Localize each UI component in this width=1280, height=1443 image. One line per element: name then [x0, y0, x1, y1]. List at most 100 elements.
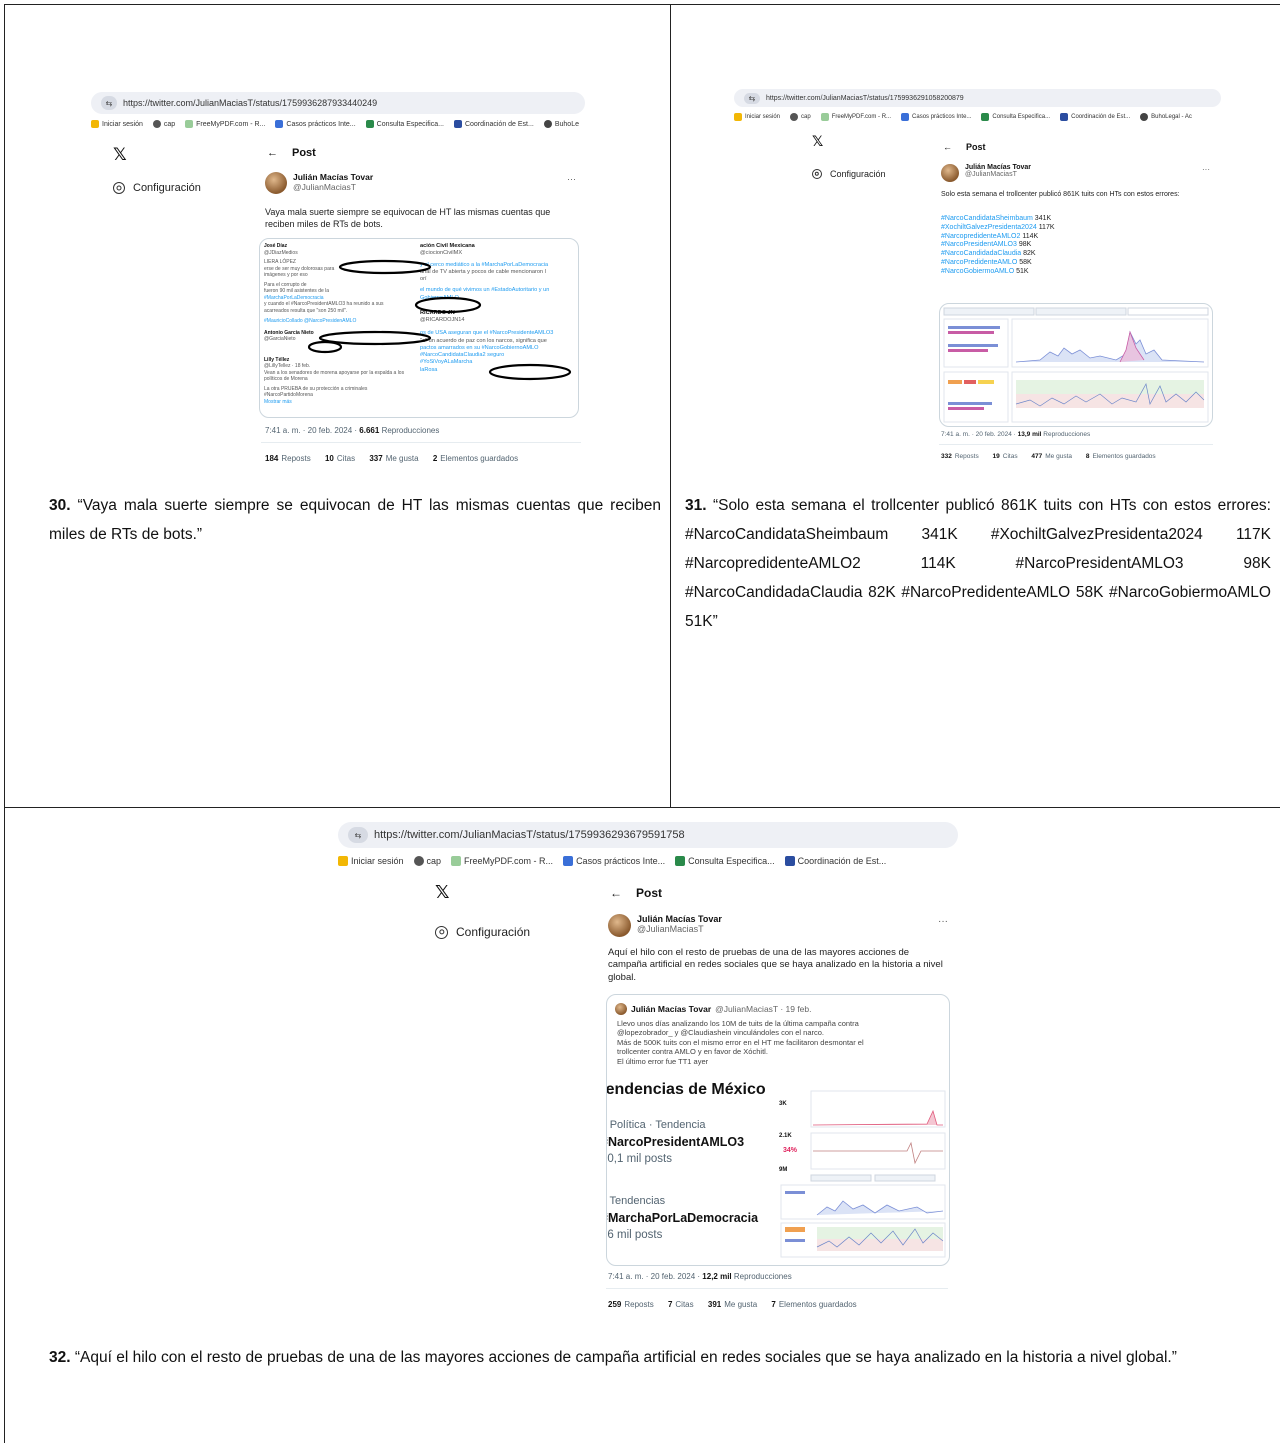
bookmark[interactable]: BuhoLe	[543, 120, 579, 128]
reposts-stat[interactable]: 259 Reposts	[608, 1300, 654, 1309]
hashtag-row[interactable]: #NarcoCandidadaClaudia 82K	[941, 250, 1055, 259]
bookmark[interactable]: Iniciar sesión	[91, 120, 143, 128]
reposts-stat[interactable]: 184 Reposts	[265, 454, 311, 463]
x-logo-icon[interactable]: 𝕏	[435, 882, 450, 903]
likes-stat[interactable]: 477 Me gusta	[1031, 453, 1072, 460]
bookmark[interactable]: Casos prácticos Inte...	[275, 120, 356, 128]
caption-number: 31.	[685, 497, 707, 514]
bookmarks-stat[interactable]: 8 Elementos guardados	[1086, 453, 1156, 460]
url-bar[interactable]: ⇆ https://twitter.com/JulianMaciasT/stat…	[91, 92, 585, 114]
hashtag-list: #NarcoCandidataSheimbaum 341K #XochiltGa…	[941, 215, 1055, 276]
hashtag-row[interactable]: #NarcoPredidenteAMLO 58K	[941, 259, 1055, 268]
views-label: Reproducciones	[381, 426, 440, 435]
nav-configuracion-label: Configuración	[133, 182, 201, 194]
url-bar[interactable]: ⇆ https://twitter.com/JulianMaciasT/stat…	[338, 822, 958, 848]
x-logo-icon[interactable]: 𝕏	[812, 134, 823, 150]
caption-31: 31. “Solo esta semana el trollcenter pub…	[685, 491, 1271, 636]
chart-filter	[874, 1174, 936, 1182]
nav-configuracion[interactable]: Configuración	[435, 925, 530, 939]
avatar[interactable]	[265, 172, 287, 194]
quoted-line: Llevo unos días analizando los 10M de tu…	[617, 1019, 859, 1028]
bookmark[interactable]: Casos prácticos Inte...	[901, 113, 971, 121]
bookmark[interactable]: cap	[413, 856, 441, 866]
bookmark[interactable]: BuhoLegal - Ac	[1140, 113, 1192, 121]
reposts-stat[interactable]: 332 Reposts	[941, 453, 979, 460]
nav-configuracion[interactable]: Configuración	[113, 182, 201, 194]
quotes-stat[interactable]: 7 Citas	[668, 1300, 694, 1309]
avatar[interactable]	[941, 164, 959, 182]
bookmark[interactable]: FreeMyPDF.com - R...	[185, 120, 265, 128]
nav-configuracion-label: Configuración	[456, 925, 531, 939]
hashtag-row[interactable]: #NarcoGobiermoAMLO 51K	[941, 268, 1055, 277]
back-arrow-icon[interactable]: ←	[267, 147, 278, 159]
dash-bar	[948, 407, 984, 410]
bookmark[interactable]: Consulta Especifica...	[365, 120, 444, 128]
quoted-tweet[interactable]: Julián Macías Tovar @JulianMaciasT · 19 …	[606, 994, 950, 1266]
bookmark[interactable]: Casos prácticos Inte...	[563, 856, 665, 866]
dash-bar	[948, 402, 992, 405]
post-header: ← Post	[943, 142, 986, 152]
cell-31-image: ⇆ https://twitter.com/JulianMaciasT/stat…	[670, 4, 1280, 466]
avatar	[615, 1003, 627, 1015]
bookmark[interactable]: Coordinación de Est...	[453, 120, 534, 128]
dash-filter	[1035, 307, 1127, 316]
x-logo-icon[interactable]: 𝕏	[113, 145, 127, 165]
hashtag-row[interactable]: #XochiltGalvezPresidenta2024 117K	[941, 224, 1055, 233]
site-settings-icon[interactable]: ⇆	[101, 96, 117, 110]
divider	[261, 442, 581, 443]
bookmark[interactable]: FreeMyPDF.com - R...	[451, 856, 553, 866]
bookmark[interactable]: Consulta Especifica...	[981, 113, 1050, 121]
quoted-images[interactable]: José Díaz @JDiazMedios LIERA LÓPEZ erse …	[259, 238, 579, 418]
bookmark[interactable]: cap	[790, 113, 811, 121]
tweet-text: Vaya mala suerte siempre se equivocan de…	[265, 207, 551, 230]
dash-bar	[948, 331, 994, 334]
post-title: Post	[636, 886, 663, 900]
bookmarks-stat[interactable]: 7 Elementos guardados	[771, 1300, 856, 1309]
cell-32: ⇆ https://twitter.com/JulianMaciasT/stat…	[4, 807, 1280, 1443]
bookmark[interactable]: Consulta Especifica...	[675, 856, 775, 866]
tweet-author[interactable]: Julián Macías Tovar @JulianMaciasT	[608, 914, 722, 937]
circle-mark	[307, 340, 343, 354]
url-text: https://twitter.com/JulianMaciasT/status…	[766, 94, 964, 102]
tweet-stats: 332 Reposts 19 Citas 477 Me gusta 8 Elemento…	[941, 453, 1168, 460]
likes-stat[interactable]: 337 Me gusta	[369, 454, 418, 463]
cell-30-caption: 30. “Vaya mala suerte siempre se equivoc…	[4, 465, 671, 808]
caption-30: 30. “Vaya mala suerte siempre se equivoc…	[49, 491, 661, 549]
chart-band	[817, 1227, 943, 1239]
author-handle: @JulianMaciasT	[293, 182, 356, 192]
charts-graphic	[780, 1090, 946, 1258]
more-options-icon[interactable]: ···	[938, 916, 948, 927]
url-text: https://twitter.com/JulianMaciasT/status…	[374, 829, 685, 841]
nav-configuracion-label: Configuración	[830, 169, 886, 179]
tweet-time: 7:41 a. m. · 20 feb. 2024 ·	[265, 426, 358, 435]
avatar[interactable]	[608, 914, 631, 937]
dashboard-image[interactable]	[939, 303, 1213, 427]
hashtag-row[interactable]: #NarcoCandidataSheimbaum 341K	[941, 215, 1055, 224]
quotes-stat[interactable]: 19 Citas	[993, 453, 1018, 460]
quoted-author-meta: @JulianMaciasT · 19 feb.	[715, 1004, 812, 1014]
bookmark[interactable]: Coordinación de Est...	[1060, 113, 1130, 121]
bookmark[interactable]: Iniciar sesión	[734, 113, 780, 121]
bookmarks-stat[interactable]: 2 Elementos guardados	[433, 454, 518, 463]
hashtag-row[interactable]: #NarcoPresidentAMLO3 98K	[941, 241, 1055, 250]
back-arrow-icon[interactable]: ←	[610, 886, 622, 900]
url-bar[interactable]: ⇆ https://twitter.com/JulianMaciasT/stat…	[734, 89, 1221, 107]
gear-icon	[113, 182, 125, 194]
back-arrow-icon[interactable]: ←	[943, 142, 952, 152]
tweet-author[interactable]: Julián Macías Tovar @JulianMaciasT	[941, 164, 1031, 182]
tweet-author[interactable]: Julián Macías Tovar @JulianMaciasT	[265, 172, 373, 194]
quoted-author[interactable]: Julián Macías Tovar @JulianMaciasT · 19 …	[615, 1003, 812, 1015]
bookmark[interactable]: cap	[152, 120, 175, 128]
site-settings-icon[interactable]: ⇆	[744, 92, 760, 104]
tweet-time: 7:41 a. m. · 20 feb. 2024 ·	[608, 1272, 701, 1281]
nav-configuracion[interactable]: Configuración	[812, 169, 886, 179]
more-options-icon[interactable]: ···	[1202, 165, 1210, 174]
hashtag-row[interactable]: #NarcopredidenteAMLO2 114K	[941, 233, 1055, 242]
quotes-stat[interactable]: 10 Citas	[325, 454, 355, 463]
site-settings-icon[interactable]: ⇆	[348, 827, 368, 843]
bookmark[interactable]: Coordinación de Est...	[784, 856, 886, 866]
likes-stat[interactable]: 391 Me gusta	[708, 1300, 757, 1309]
bookmark[interactable]: Iniciar sesión	[338, 856, 404, 866]
bookmark[interactable]: FreeMyPDF.com - R...	[820, 113, 891, 121]
more-options-icon[interactable]: ···	[567, 174, 576, 184]
